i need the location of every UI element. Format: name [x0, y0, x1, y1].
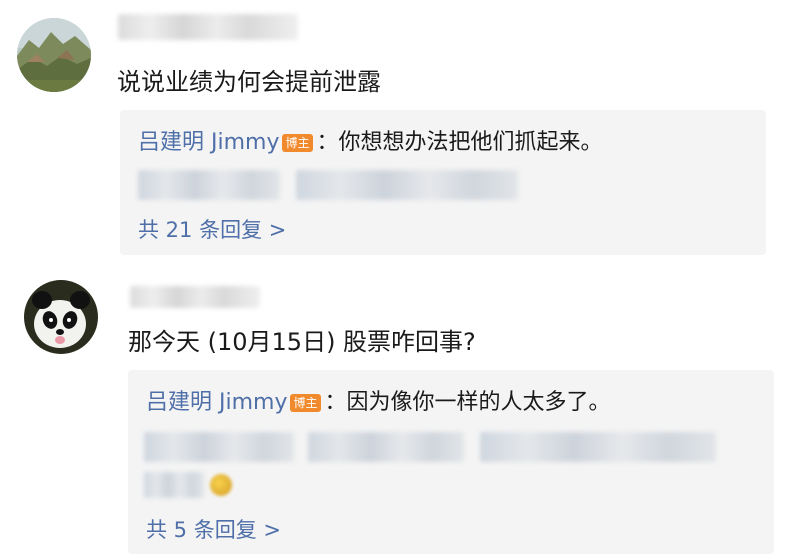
reply-line: 吕建明 Jimmy 博主 ：你想想办法把他们抓起来。	[138, 124, 603, 156]
comment-text: 说说业绩为何会提前泄露	[117, 68, 381, 96]
blurred-reply	[480, 432, 716, 462]
blurred-username[interactable]	[118, 14, 298, 40]
blurred-reply	[144, 472, 204, 498]
laughing-emoji-icon	[210, 474, 232, 496]
more-replies-link[interactable]: 共 5 条回复 >	[146, 514, 281, 544]
reply-author[interactable]: 吕建明 Jimmy	[146, 390, 287, 415]
reply-separator: ：	[316, 130, 339, 155]
reply-line: 吕建明 Jimmy 博主 ：因为像你一样的人太多了。	[146, 384, 611, 416]
reply-box[interactable]: 吕建明 Jimmy 博主 ：因为像你一样的人太多了。 共 5 条回复 >	[128, 370, 774, 554]
comment-text: 那今天 (10月15日) 股票咋回事?	[128, 328, 476, 356]
blurred-reply	[144, 432, 294, 462]
blurred-reply	[296, 170, 518, 200]
blurred-reply	[308, 432, 464, 462]
avatar[interactable]	[24, 280, 98, 354]
reply-text: 因为像你一样的人太多了。	[346, 390, 611, 415]
reply-text: 你想想办法把他们抓起来。	[338, 130, 603, 155]
comment-item: 那今天 (10月15日) 股票咋回事? 吕建明 Jimmy 博主 ：因为像你一样的人…	[0, 262, 804, 556]
reply-separator: ：	[324, 390, 347, 415]
reply-box[interactable]: 吕建明 Jimmy 博主 ：你想想办法把他们抓起来。 共 21 条回复 >	[120, 110, 766, 255]
blogger-badge: 博主	[290, 394, 321, 412]
reply-author[interactable]: 吕建明 Jimmy	[138, 130, 279, 155]
blogger-badge: 博主	[282, 134, 313, 152]
blurred-username[interactable]	[130, 286, 260, 308]
comment-item: 说说业绩为何会提前泄露 吕建明 Jimmy 博主 ：你想想办法把他们抓起来。 共 2…	[0, 0, 804, 262]
more-replies-link[interactable]: 共 21 条回复 >	[138, 214, 286, 244]
avatar[interactable]	[17, 18, 91, 92]
blurred-reply	[138, 170, 280, 200]
